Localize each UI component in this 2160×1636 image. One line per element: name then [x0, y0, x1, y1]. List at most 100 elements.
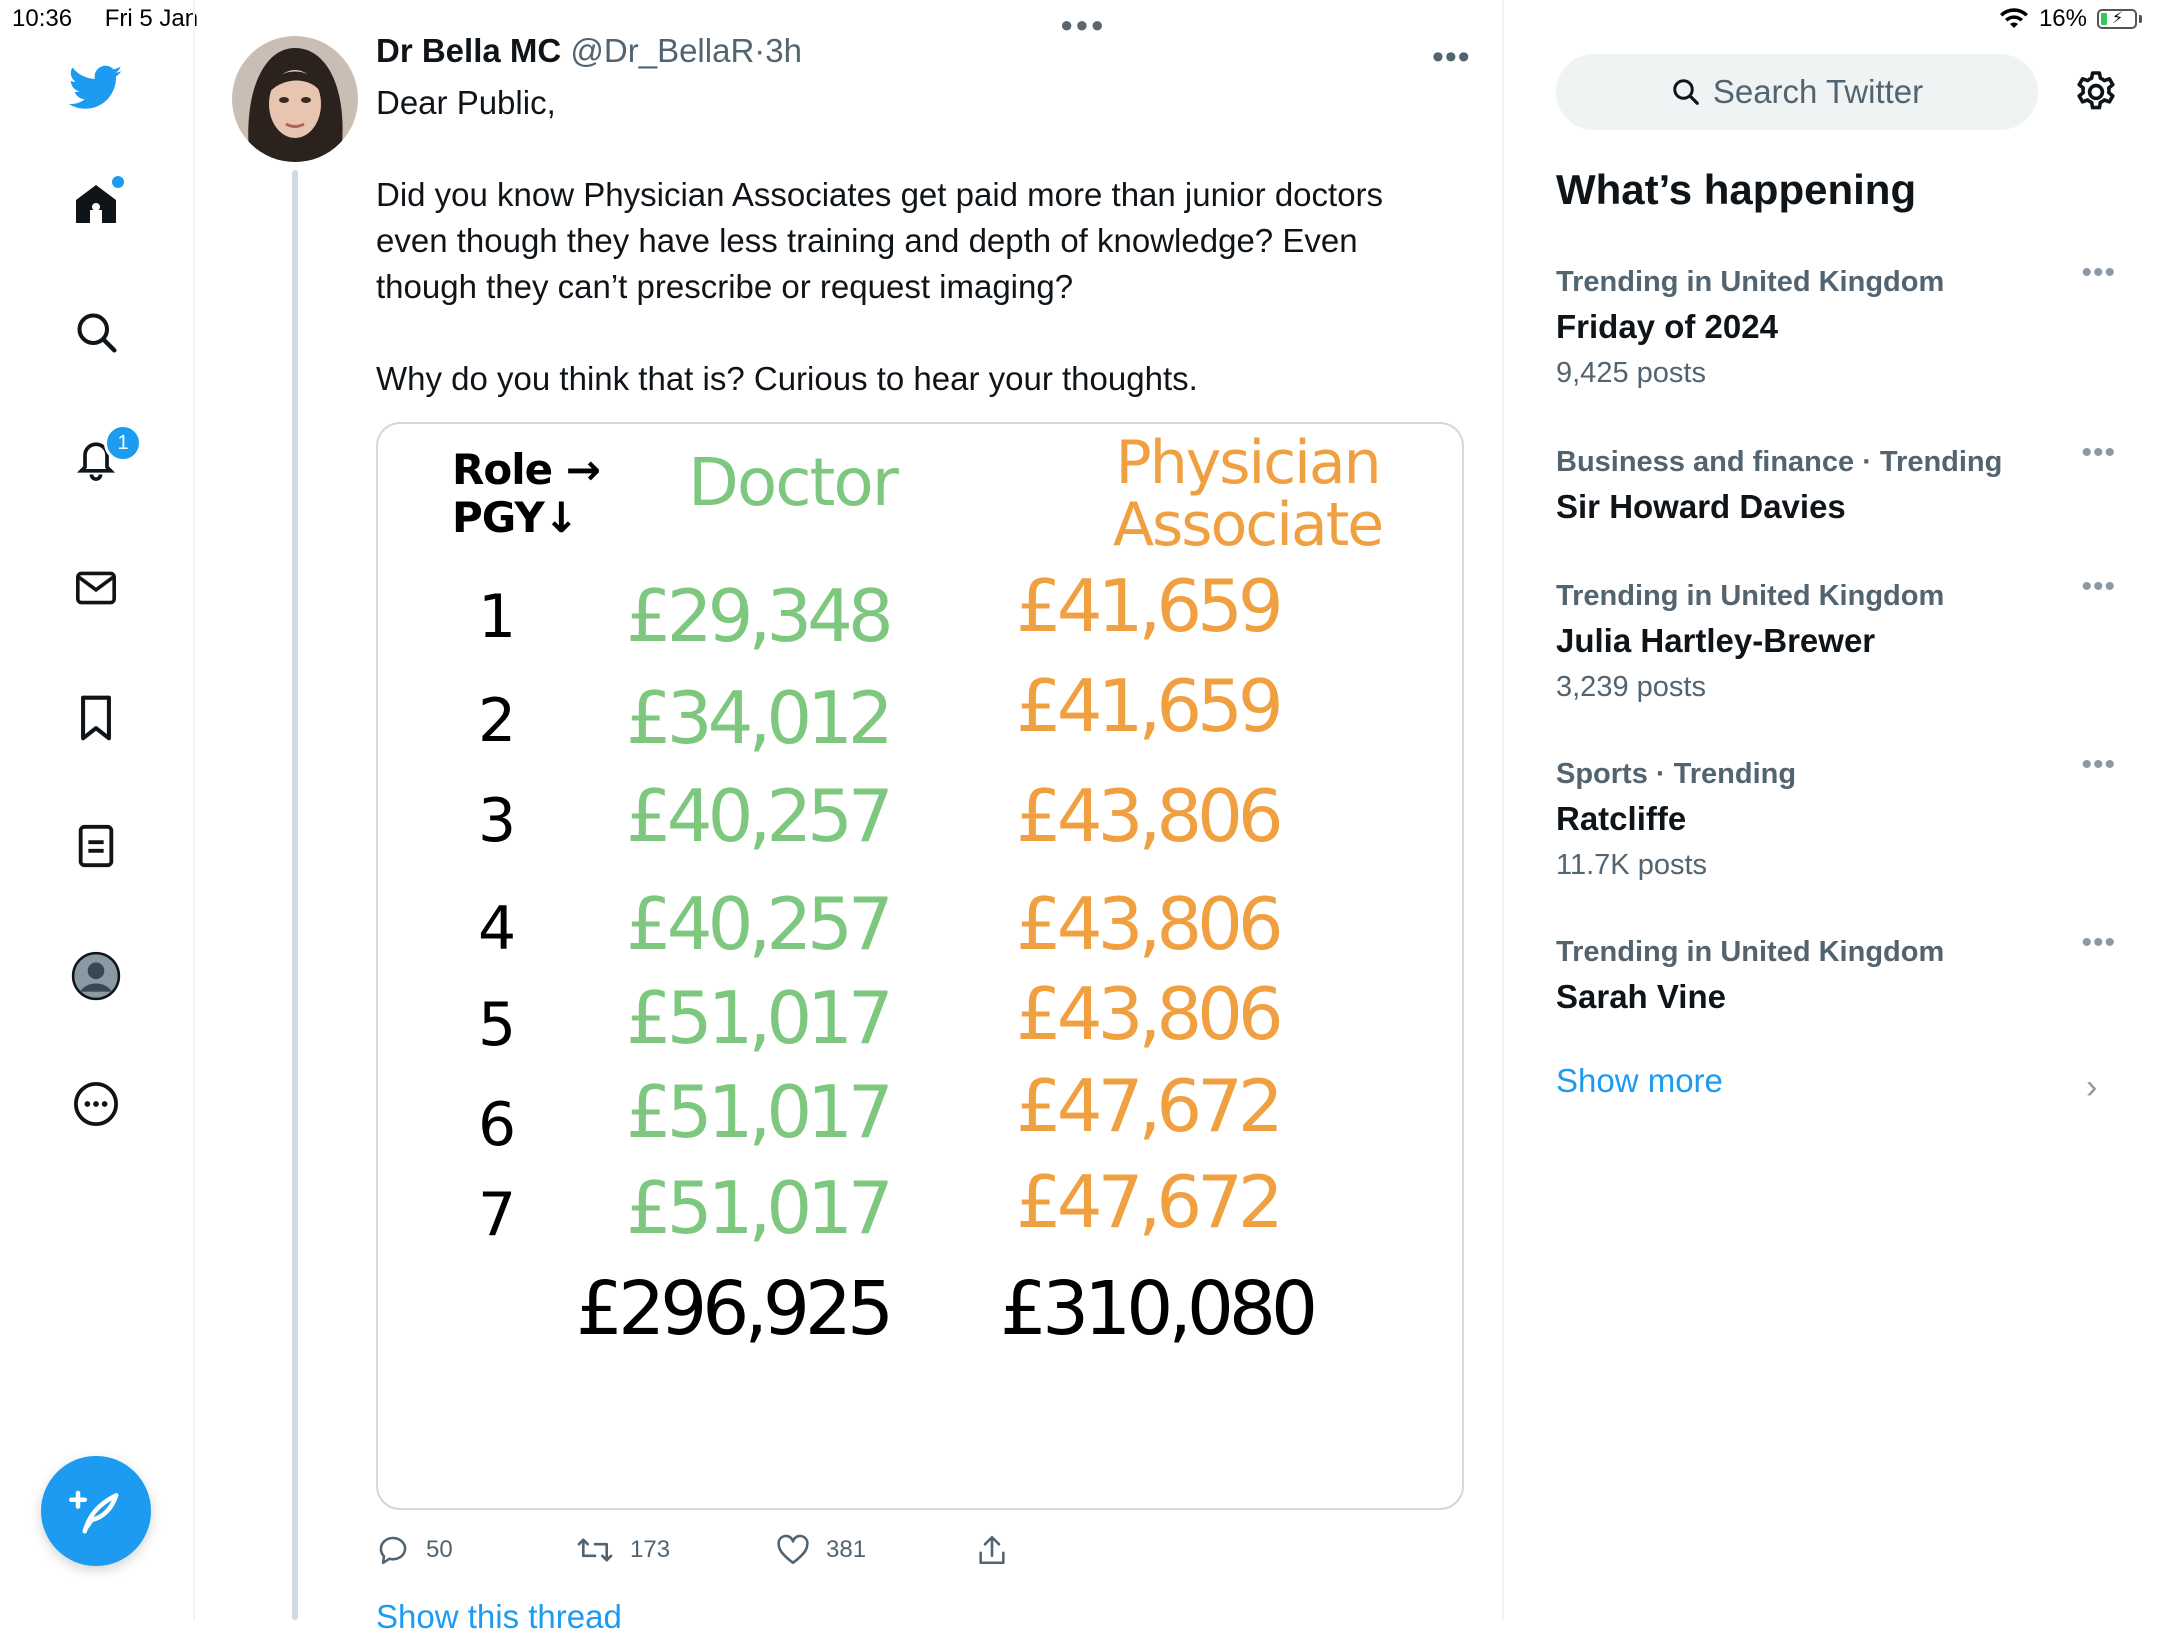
pgy-label: 3 [478, 786, 517, 856]
trend-name: Julia Hartley-Brewer [1556, 622, 1876, 659]
trend-name: Sarah Vine [1556, 978, 1726, 1015]
search-input[interactable]: Search Twitter [1556, 54, 2038, 130]
pgy-label: 5 [478, 990, 517, 1060]
author-avatar[interactable] [232, 36, 358, 162]
tweet-more-options-icon[interactable]: ••• [1432, 38, 1471, 77]
pgy-label: 1 [478, 582, 517, 652]
image-header-doctor: Doctor [688, 444, 899, 521]
explore-search-icon[interactable] [68, 304, 124, 360]
show-more-link[interactable]: Show more [1556, 1062, 1723, 1100]
trend-item[interactable]: Trending in United Kingdom Sarah Vine ••… [1556, 926, 2116, 1022]
lists-icon[interactable] [68, 818, 124, 874]
trend-more-icon[interactable]: ••• [2081, 436, 2116, 470]
pa-salary: £43,806 [1016, 882, 1284, 966]
reply-icon [379, 1536, 407, 1565]
author-handle[interactable]: @Dr_BellaR [570, 32, 754, 69]
doctor-total: £296,925 [576, 1266, 894, 1352]
pa-salary: £41,659 [1016, 564, 1284, 648]
pa-salary: £43,806 [1016, 774, 1284, 858]
pgy-label: 4 [478, 894, 517, 964]
status-time: 10:36 [12, 5, 73, 32]
trend-count: 9,425 posts [1556, 357, 1706, 389]
doctor-salary: £34,012 [626, 676, 894, 760]
retweet-icon [577, 1538, 613, 1562]
trend-name: Friday of 2024 [1556, 308, 1778, 345]
pa-salary: £41,659 [1016, 664, 1284, 748]
tweet-text: Dear Public, Did you know Physician Asso… [376, 84, 1384, 397]
author-name[interactable]: Dr Bella MC [376, 32, 561, 69]
search-icon [1673, 79, 1699, 105]
battery-percent: 16% [2038, 5, 2087, 32]
retweet-count: 173 [630, 1536, 671, 1563]
pa-salary: £47,672 [1016, 1160, 1284, 1244]
messages-envelope-icon[interactable] [68, 560, 124, 616]
tweet-image[interactable]: Role → PGY↓ Doctor Physician Associate 1… [376, 422, 1464, 1510]
like-count: 381 [826, 1536, 867, 1563]
sidebar-divider [1502, 0, 1504, 1620]
trend-more-icon[interactable]: ••• [2081, 926, 2116, 960]
reply-button[interactable]: 50 [376, 1533, 576, 1567]
trend-context: Trending in United Kingdom [1556, 266, 1945, 298]
heart-icon [777, 1534, 809, 1565]
nav-divider [193, 0, 195, 1620]
trend-more-icon[interactable]: ••• [2081, 748, 2116, 782]
doctor-salary: £40,257 [626, 882, 894, 966]
status-bar-right: 16% ⚡ [1999, 5, 2142, 33]
more-options-icon[interactable] [68, 1076, 124, 1132]
tweet-actions: 50 173 381 [376, 1528, 1416, 1572]
share-icon [979, 1535, 1005, 1565]
retweet-button[interactable]: 173 [576, 1533, 776, 1567]
meta-separator: · [754, 32, 766, 69]
trend-name: Ratcliffe [1556, 800, 1687, 837]
notifications-badge: 1 [104, 424, 142, 462]
pa-salary: £47,672 [1016, 1064, 1284, 1148]
trend-count: 3,239 posts [1556, 671, 1706, 703]
pa-total: £310,080 [1000, 1266, 1318, 1352]
pgy-label: 2 [478, 686, 517, 756]
whats-happening-title: What’s happening [1556, 166, 1917, 213]
settings-gear-icon[interactable] [2072, 68, 2120, 116]
search-placeholder: Search Twitter [1712, 73, 1924, 110]
reply-count: 50 [426, 1536, 453, 1563]
doctor-salary: £40,257 [626, 774, 894, 858]
multitasking-dots-icon[interactable]: ●●● [1060, 12, 1106, 38]
tweet-header: Dr Bella MC @Dr_BellaR·3h [376, 32, 802, 70]
trend-context: Trending in United Kingdom [1556, 936, 1945, 968]
doctor-salary: £51,017 [626, 1166, 894, 1250]
image-header-pa: Physician Associate [1113, 428, 1384, 560]
pa-salary: £43,806 [1016, 972, 1284, 1056]
tweet-time[interactable]: 3h [765, 32, 802, 69]
trend-item[interactable]: Sports · Trending Ratcliffe 11.7K posts … [1556, 748, 2116, 886]
trend-more-icon[interactable]: ••• [2081, 570, 2116, 604]
show-thread-link[interactable]: Show this thread [376, 1598, 622, 1636]
pgy-label: 6 [478, 1090, 517, 1160]
pgy-label: 7 [478, 1180, 517, 1250]
trend-context: Sports · Trending [1556, 758, 1797, 790]
image-header-role: Role → PGY↓ [452, 445, 601, 542]
trend-context: Trending in United Kingdom [1556, 580, 1945, 612]
bookmarks-icon[interactable] [68, 690, 124, 746]
notifications-bell-icon[interactable]: 1 [68, 424, 142, 486]
compose-tweet-button[interactable] [41, 1456, 151, 1566]
trend-item[interactable]: Trending in United Kingdom Julia Hartley… [1556, 570, 2116, 708]
trend-count: 11.7K posts [1556, 849, 1708, 881]
wifi-icon [1999, 8, 2028, 28]
trend-more-icon[interactable]: ••• [2081, 256, 2116, 290]
share-button[interactable] [976, 1533, 1176, 1567]
doctor-salary: £51,017 [626, 976, 894, 1060]
chevron-right-icon[interactable]: › [2086, 1068, 2097, 1107]
trend-name: Sir Howard Davies [1556, 488, 1846, 525]
trend-item[interactable]: Business and finance · Trending Sir Howa… [1556, 436, 2116, 532]
doctor-salary: £51,017 [626, 1070, 894, 1154]
twitter-logo-icon[interactable] [68, 60, 124, 116]
home-new-dot [112, 176, 124, 188]
trend-item[interactable]: Trending in United Kingdom Friday of 202… [1556, 256, 2116, 394]
compose-feather-icon [69, 1490, 119, 1534]
home-icon[interactable] [68, 176, 124, 232]
like-button[interactable]: 381 [776, 1534, 976, 1566]
profile-avatar-icon[interactable] [68, 948, 124, 1004]
thread-line [292, 170, 298, 1620]
trend-context: Business and finance · Trending [1556, 446, 2003, 478]
doctor-salary: £29,348 [626, 574, 894, 658]
status-date: Fri 5 Jan [104, 5, 199, 32]
